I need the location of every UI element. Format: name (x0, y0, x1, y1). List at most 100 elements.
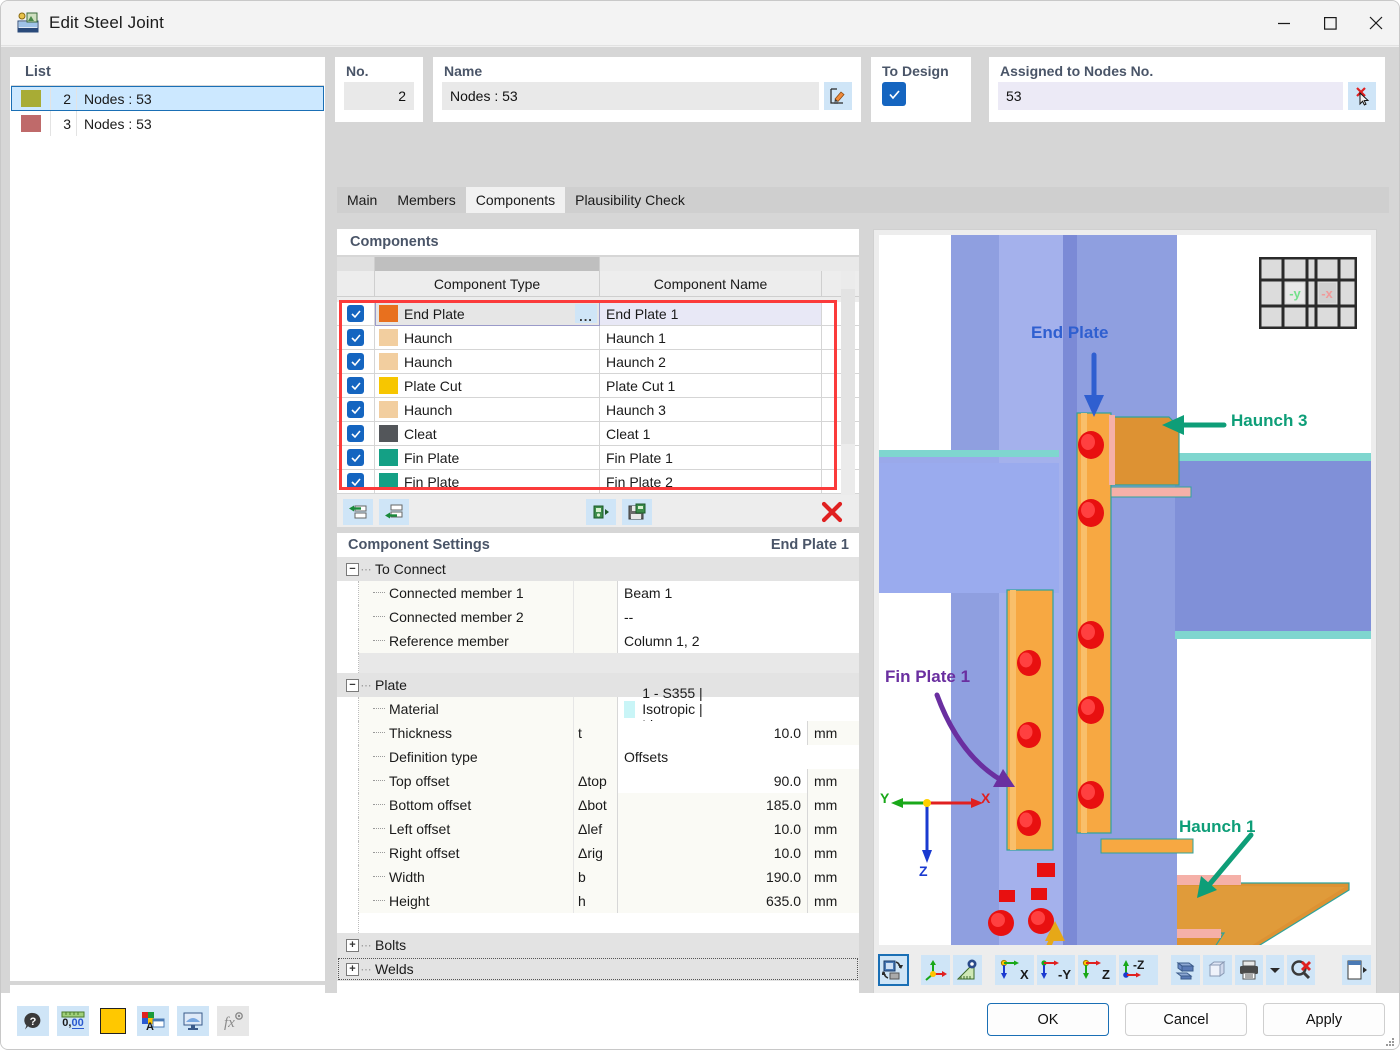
panel-toggle-button[interactable] (1342, 955, 1371, 985)
property-row[interactable]: Right offset Δrig 10.0 mm (337, 841, 859, 865)
collapse-icon[interactable]: − (346, 562, 359, 576)
view-in-minus-y-button[interactable]: -Y (1036, 955, 1075, 985)
property-row[interactable]: Height h 635.0 mm (337, 889, 859, 913)
axis-system-button[interactable] (921, 955, 951, 985)
navigation-cube[interactable]: -y -x (1258, 256, 1358, 332)
expand-icon[interactable]: + (346, 962, 359, 976)
edit-name-icon[interactable] (824, 82, 852, 110)
table-row[interactable]: Cleat Cleat 1 (337, 422, 859, 446)
property-value[interactable]: Column 1, 2 (618, 629, 742, 653)
property-group-header[interactable]: + ⋯ Bolts (337, 933, 859, 957)
expand-icon[interactable]: + (346, 938, 359, 952)
table-row[interactable]: Haunch Haunch 3 (337, 398, 859, 422)
reset-zoom-button[interactable] (1286, 955, 1316, 985)
joint-3d-canvas[interactable]: X Y Z -y -x End Plate Haunch 3 Fin Plate… (879, 235, 1371, 945)
property-row[interactable]: Reference member Column 1, 2 (337, 629, 859, 653)
property-value[interactable]: 90.0 (618, 769, 807, 793)
components-scrollbar-thumb[interactable] (841, 289, 855, 444)
tab-plausibility-check[interactable]: Plausibility Check (565, 187, 695, 213)
to-design-checkbox[interactable] (882, 82, 906, 106)
component-name-cell[interactable]: Haunch 2 (600, 350, 822, 374)
component-name-cell[interactable]: Fin Plate 1 (600, 446, 822, 470)
table-row[interactable]: Fin Plate Fin Plate 1 (337, 446, 859, 470)
move-down-button[interactable] (379, 499, 409, 525)
component-type-cell[interactable]: Fin Plate (375, 470, 600, 494)
property-row[interactable]: Width b 190.0 mm (337, 865, 859, 889)
property-group-header[interactable]: + ⋯ Welds (337, 957, 859, 981)
grid-header-component-type[interactable]: Component Type (375, 271, 600, 297)
assigned-nodes-input[interactable]: 53 (998, 82, 1343, 110)
table-row[interactable]: Plate Cut Plate Cut 1 (337, 374, 859, 398)
component-type-cell[interactable]: Haunch (375, 398, 600, 422)
ok-button[interactable]: OK (987, 1003, 1109, 1036)
save-component-button[interactable] (622, 499, 652, 525)
component-type-cell[interactable]: Haunch (375, 350, 600, 374)
resize-grip[interactable] (1385, 1035, 1395, 1046)
property-row[interactable]: Thickness t 10.0 mm (337, 721, 859, 745)
move-up-button[interactable] (343, 499, 373, 525)
collapse-icon[interactable]: − (346, 678, 359, 692)
table-row[interactable]: End Plate... End Plate 1 (337, 302, 859, 326)
pick-nodes-icon[interactable] (1348, 82, 1376, 110)
property-value[interactable]: 185.0 (618, 793, 807, 817)
maximize-button[interactable] (1307, 1, 1353, 46)
property-value[interactable]: 10.0 (618, 841, 807, 865)
property-value[interactable]: -- (618, 605, 742, 629)
decimal-places-button[interactable]: 0,00 (57, 1006, 89, 1036)
visualization-button[interactable] (177, 1006, 209, 1036)
wireframe-button[interactable] (1202, 955, 1232, 985)
component-name-cell[interactable]: Haunch 3 (600, 398, 822, 422)
table-row[interactable]: Haunch Haunch 1 (337, 326, 859, 350)
color-button[interactable] (97, 1006, 129, 1036)
component-enabled-checkbox[interactable] (337, 446, 375, 470)
component-type-cell[interactable]: Cleat (375, 422, 600, 446)
property-value[interactable]: 190.0 (618, 865, 807, 889)
close-button[interactable] (1353, 1, 1399, 46)
component-type-cell[interactable]: Haunch (375, 326, 600, 350)
apply-button[interactable]: Apply (1263, 1003, 1385, 1036)
view-in-minus-z-button[interactable]: -Z (1119, 955, 1158, 985)
display-properties-button[interactable]: A (137, 1006, 169, 1036)
tab-components[interactable]: Components (465, 187, 566, 213)
print-button[interactable] (1234, 955, 1264, 985)
property-value[interactable]: 10.0 (618, 817, 807, 841)
component-type-cell[interactable]: Fin Plate (375, 446, 600, 470)
name-input[interactable]: Nodes : 53 (442, 82, 819, 110)
tab-main[interactable]: Main (337, 187, 388, 213)
property-row[interactable]: Definition type Offsets (337, 745, 859, 769)
grid-header-component-name[interactable]: Component Name (600, 271, 822, 297)
property-value[interactable]: Offsets (618, 745, 742, 769)
tab-members[interactable]: Members (387, 187, 466, 213)
import-component-button[interactable] (586, 499, 616, 525)
table-row[interactable]: Fin Plate Fin Plate 2 (337, 470, 859, 494)
delete-component-button[interactable] (815, 499, 849, 525)
list-item[interactable]: 3 Nodes : 53 (11, 111, 324, 136)
property-value[interactable]: 1 - S355 | Isotropic | Linear … (618, 685, 742, 733)
component-name-cell[interactable]: Plate Cut 1 (600, 374, 822, 398)
property-row[interactable]: Connected member 2 -- (337, 605, 859, 629)
component-type-cell[interactable]: Plate Cut (375, 374, 600, 398)
component-name-cell[interactable]: Cleat 1 (600, 422, 822, 446)
render-mode-button[interactable] (1171, 955, 1200, 985)
components-scrollbar[interactable] (841, 271, 855, 495)
property-group-header[interactable]: − ⋯ Plate (337, 673, 859, 697)
component-enabled-checkbox[interactable] (337, 470, 375, 494)
property-group-header[interactable]: − ⋯ To Connect (337, 557, 859, 581)
list-item[interactable]: 2 Nodes : 53 (11, 86, 324, 111)
component-name-cell[interactable]: Haunch 1 (600, 326, 822, 350)
view-in-x-button[interactable]: X (995, 955, 1034, 985)
property-row[interactable]: Left offset Δlef 10.0 mm (337, 817, 859, 841)
component-name-cell[interactable]: Fin Plate 2 (600, 470, 822, 494)
rotate-view-button[interactable] (878, 954, 909, 986)
view-in-z-button[interactable]: Z (1077, 955, 1117, 985)
property-row[interactable]: Bottom offset Δbot 185.0 mm (337, 793, 859, 817)
property-value[interactable]: 635.0 (618, 889, 807, 913)
component-enabled-checkbox[interactable] (337, 302, 375, 326)
help-button[interactable]: ? (17, 1006, 49, 1036)
property-row[interactable]: Material 1 - S355 | Isotropic | Linear … (337, 685, 859, 733)
property-value[interactable]: 10.0 (618, 721, 807, 745)
property-row[interactable]: Top offset Δtop 90.0 mm (337, 769, 859, 793)
component-type-cell[interactable]: End Plate... (375, 302, 600, 326)
component-name-cell[interactable]: End Plate 1 (600, 302, 822, 326)
component-type-ellipsis-button[interactable]: ... (575, 304, 597, 323)
